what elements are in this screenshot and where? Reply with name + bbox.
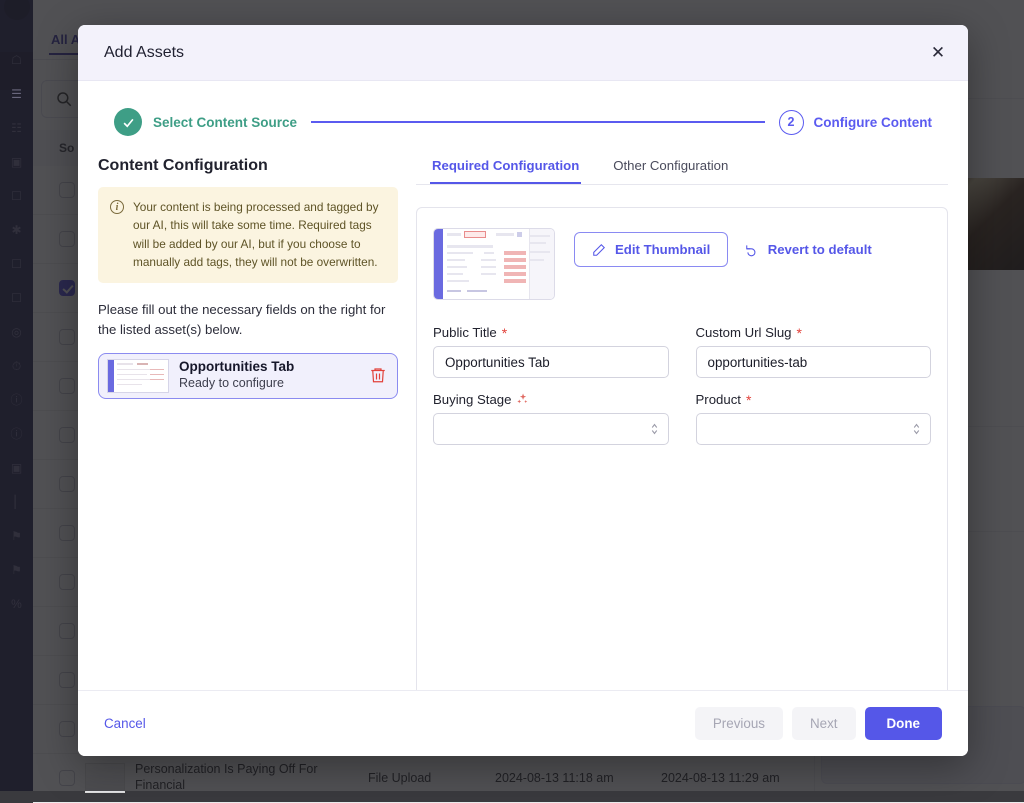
asset-status: Ready to configure bbox=[179, 375, 359, 392]
field-label-product: Product * bbox=[696, 392, 932, 407]
field-public-title: Public Title * bbox=[433, 325, 669, 378]
product-select-wrap bbox=[696, 413, 932, 445]
field-buying-stage: Buying Stage bbox=[433, 392, 669, 445]
trash-icon[interactable] bbox=[369, 366, 389, 386]
wizard-stepper: Select Content Source 2 Configure Conten… bbox=[78, 93, 968, 151]
required-asterisk: * bbox=[502, 326, 507, 340]
asset-thumbnail bbox=[107, 359, 169, 393]
configuration-panel: Required Configuration Other Configurati… bbox=[416, 151, 948, 711]
asset-preview-thumbnail bbox=[433, 228, 555, 300]
buying-stage-select-wrap bbox=[433, 413, 669, 445]
content-configuration-panel: Content Configuration i Your content is … bbox=[98, 151, 398, 711]
tab-required-configuration[interactable]: Required Configuration bbox=[430, 151, 581, 184]
step-2-number: 2 bbox=[779, 110, 804, 135]
asset-name: Opportunities Tab bbox=[179, 359, 359, 375]
cancel-button[interactable]: Cancel bbox=[104, 716, 146, 731]
add-assets-modal: Add Assets ✕ Select Content Source 2 Con… bbox=[78, 25, 968, 756]
revert-to-default-button[interactable]: Revert to default bbox=[745, 242, 872, 257]
field-label-text: Product bbox=[696, 392, 741, 407]
field-label-public-title: Public Title * bbox=[433, 325, 669, 340]
modal-header: Add Assets ✕ bbox=[78, 25, 968, 81]
previous-button[interactable]: Previous bbox=[695, 707, 783, 740]
modal-title: Add Assets bbox=[104, 44, 184, 62]
thumbnail-row: Edit Thumbnail Revert to default bbox=[433, 228, 931, 300]
next-button[interactable]: Next bbox=[792, 707, 856, 740]
field-label-text: Buying Stage bbox=[433, 392, 511, 407]
asset-list-item[interactable]: Opportunities Tab Ready to configure bbox=[98, 353, 398, 399]
ai-processing-notice: i Your content is being processed and ta… bbox=[98, 187, 398, 283]
pencil-icon bbox=[592, 243, 606, 257]
configuration-form: Public Title * Custom Url Slug * bbox=[433, 325, 931, 445]
ai-sparkle-icon bbox=[516, 393, 529, 406]
stepper-connector bbox=[311, 121, 764, 123]
sidebar-library-icon[interactable]: ☰ bbox=[9, 86, 25, 102]
field-label-text: Public Title bbox=[433, 325, 497, 340]
field-label-text: Custom Url Slug bbox=[696, 325, 792, 340]
edit-thumbnail-button[interactable]: Edit Thumbnail bbox=[574, 232, 728, 267]
fill-fields-help-text: Please fill out the necessary fields on … bbox=[98, 300, 398, 340]
tab-other-configuration[interactable]: Other Configuration bbox=[611, 151, 730, 184]
custom-url-slug-input[interactable] bbox=[696, 346, 932, 378]
revert-to-default-label: Revert to default bbox=[768, 242, 872, 257]
product-select[interactable] bbox=[696, 413, 932, 445]
buying-stage-select[interactable] bbox=[433, 413, 669, 445]
step-2-label[interactable]: Configure Content bbox=[814, 115, 932, 130]
field-product: Product * bbox=[696, 392, 932, 445]
modal-body: Content Configuration i Your content is … bbox=[78, 151, 968, 711]
public-title-input[interactable] bbox=[433, 346, 669, 378]
field-custom-url-slug: Custom Url Slug * bbox=[696, 325, 932, 378]
field-label-buying-stage: Buying Stage bbox=[433, 392, 669, 407]
step-1-complete-icon bbox=[114, 108, 142, 136]
footer-actions: Previous Next Done bbox=[695, 707, 942, 740]
required-configuration-pane: Edit Thumbnail Revert to default Public … bbox=[416, 207, 948, 697]
thumbnail-actions: Edit Thumbnail Revert to default bbox=[574, 228, 872, 267]
asset-meta: Opportunities Tab Ready to configure bbox=[179, 359, 359, 392]
close-icon[interactable]: ✕ bbox=[922, 37, 954, 69]
field-label-custom-url-slug: Custom Url Slug * bbox=[696, 325, 932, 340]
ai-processing-notice-text: Your content is being processed and tagg… bbox=[133, 198, 386, 271]
step-1-label[interactable]: Select Content Source bbox=[153, 115, 297, 130]
required-asterisk: * bbox=[797, 326, 802, 340]
done-button[interactable]: Done bbox=[865, 707, 942, 740]
required-asterisk: * bbox=[746, 393, 751, 407]
modal-footer: Cancel Previous Next Done bbox=[78, 690, 968, 756]
content-configuration-heading: Content Configuration bbox=[98, 157, 398, 175]
check-icon bbox=[121, 115, 136, 130]
configuration-tabs[interactable]: Required Configuration Other Configurati… bbox=[416, 151, 948, 185]
info-icon: i bbox=[110, 200, 124, 214]
revert-icon bbox=[745, 243, 759, 257]
edit-thumbnail-label: Edit Thumbnail bbox=[615, 242, 710, 257]
